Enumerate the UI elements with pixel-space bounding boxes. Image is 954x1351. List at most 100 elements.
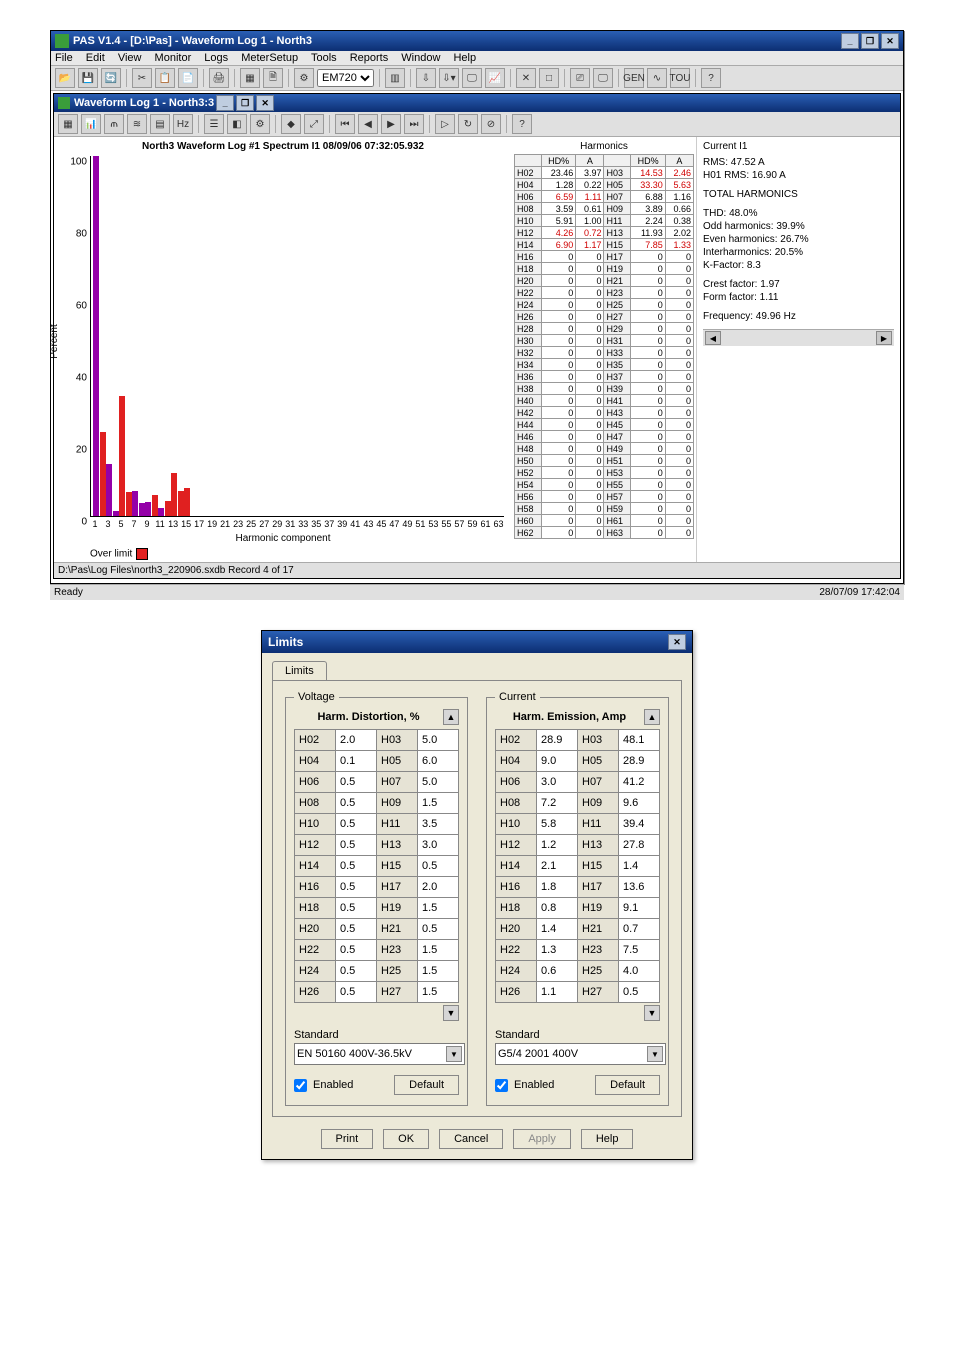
save-icon[interactable]: 💾 xyxy=(78,68,98,88)
screen-icon[interactable]: 🖵 xyxy=(462,68,482,88)
scroll-right-icon[interactable]: ▶ xyxy=(876,331,892,345)
menu-window[interactable]: Window xyxy=(401,52,440,64)
limit-cell[interactable]: 7.2 xyxy=(537,793,578,814)
limit-cell[interactable]: 5.0 xyxy=(418,730,459,751)
limit-cell[interactable]: 7.5 xyxy=(619,940,660,961)
help-button[interactable]: Help xyxy=(581,1129,634,1149)
view-spectrum-icon[interactable]: 📊 xyxy=(81,114,101,134)
dialog-close-button[interactable]: ✕ xyxy=(668,634,686,650)
copy-icon[interactable]: 📋 xyxy=(155,68,175,88)
limit-cell[interactable]: 1.3 xyxy=(537,940,578,961)
cut-icon[interactable]: ✂ xyxy=(132,68,152,88)
limit-cell[interactable]: 0.5 xyxy=(336,982,377,1003)
close-button[interactable]: ✕ xyxy=(881,33,899,49)
tab-limits[interactable]: Limits xyxy=(272,661,327,680)
first-icon[interactable]: ⏮ xyxy=(335,114,355,134)
gear-icon[interactable]: ⚙ xyxy=(294,68,314,88)
limit-cell[interactable]: 1.5 xyxy=(418,961,459,982)
limit-cell[interactable]: 1.8 xyxy=(537,877,578,898)
limit-cell[interactable]: 0.5 xyxy=(336,940,377,961)
limit-cell[interactable]: 1.5 xyxy=(418,982,459,1003)
limit-cell[interactable]: 0.8 xyxy=(537,898,578,919)
stop-icon[interactable]: □ xyxy=(539,68,559,88)
voltage-scroll-up[interactable]: ▲ xyxy=(443,709,459,725)
print-icon[interactable]: 🖨 xyxy=(209,68,229,88)
legend-icon[interactable]: ◧ xyxy=(227,114,247,134)
limit-cell[interactable]: 1.2 xyxy=(537,835,578,856)
menu-monitor[interactable]: Monitor xyxy=(155,52,192,64)
menu-tools[interactable]: Tools xyxy=(311,52,337,64)
menu-edit[interactable]: Edit xyxy=(86,52,105,64)
current-scroll-up[interactable]: ▲ xyxy=(644,709,660,725)
scroll-left-icon[interactable]: ◀ xyxy=(705,331,721,345)
limit-cell[interactable]: 5.0 xyxy=(418,772,459,793)
voltage-scroll-down[interactable]: ▼ xyxy=(443,1005,459,1021)
limit-cell[interactable]: 1.4 xyxy=(537,919,578,940)
limit-cell[interactable]: 1.5 xyxy=(418,898,459,919)
help-icon[interactable]: ? xyxy=(701,68,721,88)
limit-cell[interactable]: 2.1 xyxy=(537,856,578,877)
view5-icon[interactable]: ▤ xyxy=(150,114,170,134)
device-select[interactable]: EM720 xyxy=(317,69,374,87)
refresh-icon[interactable]: 🔄 xyxy=(101,68,121,88)
limit-cell[interactable]: 0.5 xyxy=(336,856,377,877)
sub-maximize-button[interactable]: ❐ xyxy=(236,95,254,111)
prev-icon[interactable]: ◀ xyxy=(358,114,378,134)
voltage-enabled-checkbox[interactable] xyxy=(294,1079,307,1092)
zoom-icon[interactable]: ⤢ xyxy=(304,114,324,134)
limit-cell[interactable]: 0.5 xyxy=(336,898,377,919)
limit-cell[interactable]: 0.5 xyxy=(418,919,459,940)
limit-cell[interactable]: 3.0 xyxy=(418,835,459,856)
limit-cell[interactable]: 3.0 xyxy=(537,772,578,793)
limit-cell[interactable]: 0.5 xyxy=(336,793,377,814)
loop-icon[interactable]: ↻ xyxy=(458,114,478,134)
limit-cell[interactable]: 1.5 xyxy=(418,940,459,961)
limit-cell[interactable]: 9.0 xyxy=(537,751,578,772)
menu-logs[interactable]: Logs xyxy=(204,52,228,64)
limit-cell[interactable]: 6.0 xyxy=(418,751,459,772)
sig-icon[interactable]: ∿ xyxy=(647,68,667,88)
limit-cell[interactable]: 2.0 xyxy=(418,877,459,898)
voltage-default-button[interactable]: Default xyxy=(394,1075,459,1095)
next-icon[interactable]: ▶ xyxy=(381,114,401,134)
limit-cell[interactable]: 0.5 xyxy=(336,877,377,898)
menu-reports[interactable]: Reports xyxy=(350,52,389,64)
hz-icon[interactable]: Hz xyxy=(173,114,193,134)
limit-cell[interactable]: 0.5 xyxy=(619,982,660,1003)
menu-metersetup[interactable]: MeterSetup xyxy=(241,52,298,64)
tool-a-icon[interactable]: ▥ xyxy=(385,68,405,88)
limit-cell[interactable]: 9.1 xyxy=(619,898,660,919)
limit-cell[interactable]: 0.7 xyxy=(619,919,660,940)
list-icon[interactable]: ☰ xyxy=(204,114,224,134)
last-icon[interactable]: ⏭ xyxy=(404,114,424,134)
export-icon[interactable]: ⇩ xyxy=(416,68,436,88)
stop2-icon[interactable]: ⊘ xyxy=(481,114,501,134)
page-icon[interactable]: 🗎 xyxy=(263,68,283,88)
limit-cell[interactable]: 28.9 xyxy=(537,730,578,751)
chart-icon[interactable]: 📈 xyxy=(485,68,505,88)
limit-cell[interactable]: 0.5 xyxy=(336,919,377,940)
menu-view[interactable]: View xyxy=(118,52,142,64)
limit-cell[interactable]: 39.4 xyxy=(619,814,660,835)
limit-cell[interactable]: 0.5 xyxy=(336,814,377,835)
delete-icon[interactable]: ✕ xyxy=(516,68,536,88)
maximize-button[interactable]: ❐ xyxy=(861,33,879,49)
filter-icon[interactable]: ⎚ xyxy=(570,68,590,88)
current-scroll-down[interactable]: ▼ xyxy=(644,1005,660,1021)
grid-icon[interactable]: ▦ xyxy=(240,68,260,88)
limit-cell[interactable]: 28.9 xyxy=(619,751,660,772)
limit-cell[interactable]: 1.4 xyxy=(619,856,660,877)
voltage-std-select[interactable]: EN 50160 400V-36.5kV▼ xyxy=(294,1043,465,1065)
play-icon[interactable]: ▷ xyxy=(435,114,455,134)
limit-cell[interactable]: 27.8 xyxy=(619,835,660,856)
gen-icon[interactable]: GEN xyxy=(624,68,644,88)
apply-button[interactable]: Apply xyxy=(513,1129,571,1149)
sub-minimize-button[interactable]: _ xyxy=(216,95,234,111)
limit-cell[interactable]: 0.1 xyxy=(336,751,377,772)
limit-cell[interactable]: 1.1 xyxy=(537,982,578,1003)
limit-cell[interactable]: 0.5 xyxy=(336,835,377,856)
limit-cell[interactable]: 0.5 xyxy=(418,856,459,877)
marker-icon[interactable]: ◆ xyxy=(281,114,301,134)
limit-cell[interactable]: 0.6 xyxy=(537,961,578,982)
tou-icon[interactable]: TOU xyxy=(670,68,690,88)
